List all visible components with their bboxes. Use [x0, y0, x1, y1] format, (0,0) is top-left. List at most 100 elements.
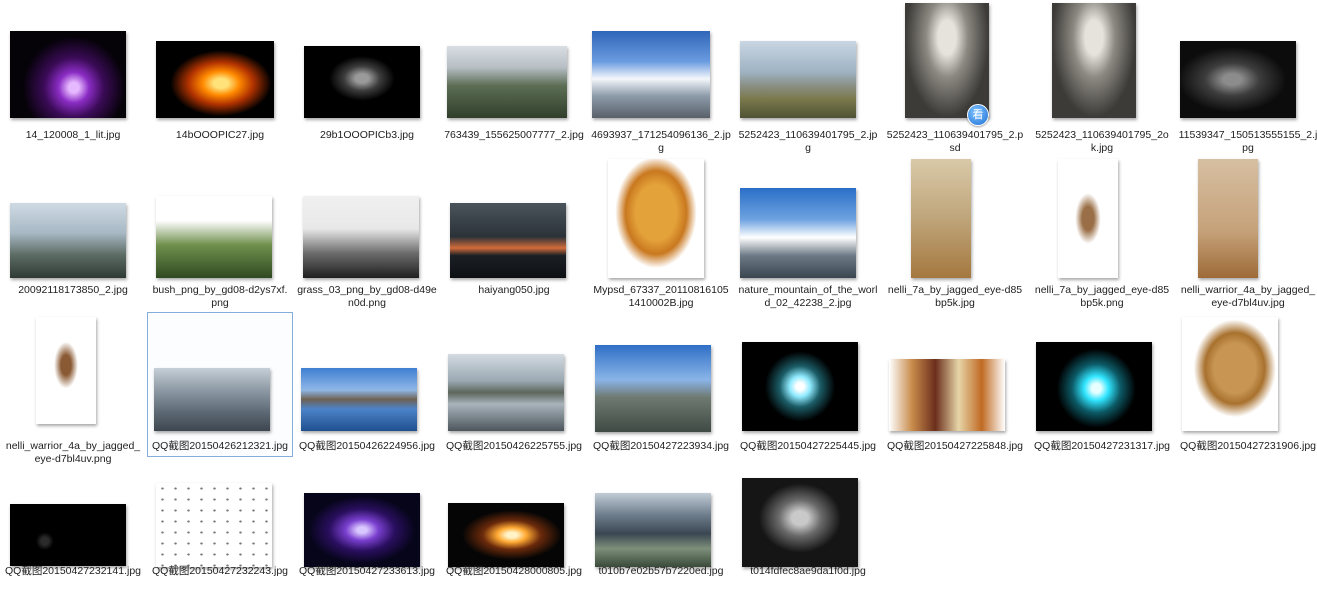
warrior-woman-storm-thumbnail[interactable]: [1052, 3, 1136, 118]
nelli-warrior-room-thumbnail[interactable]: [1198, 159, 1258, 278]
file-name-label: 5252423_110639401795_2.jpg: [738, 129, 878, 154]
file-tile[interactable]: QQ截图20150427231906.jpg: [1175, 312, 1317, 457]
file-name-label: 20092118173850_2.jpg: [18, 284, 128, 296]
dark-sea-sunset-thumbnail[interactable]: [450, 203, 566, 278]
file-name-label: haiyang050.jpg: [478, 284, 550, 296]
cloudy-sky-thumbnail[interactable]: [154, 368, 270, 431]
file-tile[interactable]: bush_png_by_gd08-d2ys7xf.png: [147, 158, 293, 313]
file-name-label: nelli_warrior_4a_by_jagged_eye-d7bl4uv.p…: [5, 440, 141, 465]
file-tile[interactable]: QQ截图20150427223934.jpg: [588, 312, 734, 457]
file-name-label: QQ截图20150427232243.jpg: [151, 565, 289, 577]
four-leaves-thumbnail[interactable]: [889, 359, 1005, 431]
warrior-woman-storm-thumbnail[interactable]: [905, 3, 989, 118]
snow-mountain-thumbnail[interactable]: [740, 188, 856, 278]
file-tile[interactable]: QQ截图20150427225445.jpg: [735, 312, 881, 457]
file-name-label: QQ截图20150428000805.jpg: [445, 565, 583, 577]
file-name-label: t010b7e02b57b7220ed.jpg: [598, 565, 724, 577]
file-name-label: Mypsd_67337_201108161051410002B.jpg: [593, 284, 729, 309]
file-tile[interactable]: QQ截图20150427232243.jpg: [147, 468, 293, 582]
file-name-label: 14_120008_1_lit.jpg: [25, 129, 121, 141]
file-tile[interactable]: 11539347_150513555155_2.jpg: [1175, 0, 1317, 158]
file-grid: 14_120008_1_lit.jpg 14bOOOPIC27.jpg 29b1OO…: [0, 0, 1317, 600]
snowy-alp-peak-thumbnail[interactable]: [592, 31, 710, 118]
file-name-label: QQ截图20150427233613.jpg: [298, 565, 436, 577]
file-tile[interactable]: nelli_warrior_4a_by_jagged_eye-d7bl4uv.j…: [1175, 158, 1317, 313]
view-badge-icon: 看: [967, 104, 989, 126]
mountain-lake-thumbnail[interactable]: [301, 368, 417, 431]
nelli-warrior-cutout-thumbnail[interactable]: [36, 317, 96, 424]
file-name-label: QQ截图20150426212321.jpg: [151, 440, 289, 452]
grass-silhouette-thumbnail[interactable]: [303, 196, 419, 278]
file-name-label: QQ截图20150427232141.jpg: [4, 565, 142, 577]
file-name-label: QQ截图20150426225755.jpg: [445, 440, 583, 452]
dark-particles-thumbnail[interactable]: [10, 504, 126, 566]
file-name-label: QQ截图20150427231906.jpg: [1179, 440, 1317, 452]
file-tile[interactable]: t014fdfec8ae9da1f0d.jpg: [735, 468, 881, 594]
file-tile[interactable]: Mypsd_67337_201108161051410002B.jpg: [588, 158, 734, 313]
file-tile[interactable]: 看 5252423_110639401795_2.psd: [882, 0, 1028, 158]
glowing-ring-thumbnail[interactable]: [742, 342, 858, 431]
file-tile[interactable]: 5252423_110639401795_2ok.jpg: [1029, 0, 1175, 158]
purple-nebula-thumbnail[interactable]: [304, 493, 420, 567]
file-tile[interactable]: QQ截图20150427233613.jpg: [294, 468, 440, 582]
file-name-label: QQ截图20150426224956.jpg: [298, 440, 436, 452]
file-name-label: nelli_warrior_4a_by_jagged_eye-d7bl4uv.j…: [1180, 284, 1316, 309]
karst-mountains-thumbnail[interactable]: [447, 46, 567, 118]
fire-bird-on-black-thumbnail[interactable]: [156, 41, 274, 118]
smoke-puff-on-black-thumbnail[interactable]: [304, 46, 420, 118]
file-tile[interactable]: nelli_warrior_4a_by_jagged_eye-d7bl4uv.p…: [0, 312, 146, 469]
file-tile[interactable]: 4693937_171254096136_2.jpg: [588, 0, 734, 158]
file-name-label: 11539347_150513555155_2.jpg: [1178, 129, 1317, 154]
sparks-thumbnail[interactable]: [448, 503, 564, 567]
file-name-label: bush_png_by_gd08-d2ys7xf.png: [152, 284, 288, 309]
file-tile[interactable]: 763439_155625007777_2.jpg: [441, 0, 587, 158]
file-name-label: nelli_7a_by_jagged_eye-d85bp5k.jpg: [887, 284, 1023, 309]
file-name-label: nelli_7a_by_jagged_eye-d85bp5k.png: [1034, 284, 1170, 309]
file-tile[interactable]: t010b7e02b57b7220ed.jpg: [588, 468, 734, 594]
file-tile[interactable]: QQ截图20150427232141.jpg: [0, 468, 146, 582]
file-name-label: QQ截图20150427223934.jpg: [592, 440, 730, 452]
file-name-label: 14bOOOPIC27.jpg: [175, 129, 265, 141]
green-bush-thumbnail[interactable]: [156, 196, 272, 278]
file-tile[interactable]: nelli_7a_by_jagged_eye-d85bp5k.jpg: [882, 158, 1028, 313]
domed-cathedral-thumbnail[interactable]: [595, 345, 711, 432]
file-tile[interactable]: grass_03_png_by_gd08-d49en0d.png: [294, 158, 440, 313]
file-name-label: 5252423_110639401795_2.psd: [886, 129, 1024, 154]
misty-peaks-thumbnail[interactable]: [10, 203, 126, 278]
maple-leaf-thumbnail[interactable]: [608, 159, 704, 278]
nelli-cutout-thumbnail[interactable]: [1058, 159, 1118, 278]
file-tile[interactable]: 20092118173850_2.jpg: [0, 158, 146, 301]
storm-cloud-thumbnail[interactable]: [595, 493, 711, 567]
file-tile[interactable]: 14bOOOPIC27.jpg: [147, 0, 293, 146]
file-tile[interactable]: QQ截图20150426225755.jpg: [441, 312, 587, 457]
file-name-label: 4693937_171254096136_2.jpg: [591, 129, 731, 154]
file-tile[interactable]: QQ截图20150428000805.jpg: [441, 468, 587, 582]
file-tile[interactable]: 5252423_110639401795_2.jpg: [735, 0, 881, 158]
file-tile[interactable]: QQ截图20150426224956.jpg: [294, 312, 440, 457]
scattered-dots-thumbnail[interactable]: [156, 483, 272, 567]
nelli-room-thumbnail[interactable]: [911, 159, 971, 278]
dry-leaf-thumbnail[interactable]: [1182, 317, 1278, 431]
file-tile[interactable]: nelli_7a_by_jagged_eye-d85bp5k.png: [1029, 158, 1175, 313]
file-name-label: t014fdfec8ae9da1f0d.jpg: [750, 565, 866, 577]
smoke-wisps-dark-thumbnail[interactable]: [1180, 41, 1296, 118]
purple-orb-logo-thumbnail[interactable]: [10, 31, 126, 118]
file-tile[interactable]: QQ截图20150427225848.jpg: [882, 312, 1028, 457]
file-name-label: 763439_155625007777_2.jpg: [444, 129, 584, 141]
file-tile[interactable]: 14_120008_1_lit.jpg: [0, 0, 146, 146]
smoke-cloud-thumbnail[interactable]: [742, 478, 858, 567]
lake-reflection-thumbnail[interactable]: [448, 354, 564, 431]
cyan-plasma-ball-thumbnail[interactable]: [1036, 342, 1152, 431]
file-name-label: QQ截图20150427225445.jpg: [739, 440, 877, 452]
file-tile[interactable]: QQ截图20150426212321.jpg: [147, 312, 293, 457]
file-tile[interactable]: haiyang050.jpg: [441, 158, 587, 301]
file-name-label: grass_03_png_by_gd08-d49en0d.png: [297, 284, 437, 309]
coastal-grassland-thumbnail[interactable]: [740, 41, 856, 118]
file-name-label: 5252423_110639401795_2ok.jpg: [1035, 129, 1169, 154]
file-name-label: QQ截图20150427231317.jpg: [1033, 440, 1171, 452]
file-tile[interactable]: nature_mountain_of_the_world_02_42238_2.…: [735, 158, 881, 313]
file-tile[interactable]: QQ截图20150427231317.jpg: [1029, 312, 1175, 457]
file-name-label: nature_mountain_of_the_world_02_42238_2.…: [738, 284, 878, 309]
file-name-label: 29b1OOOPICb3.jpg: [320, 129, 414, 141]
file-tile[interactable]: 29b1OOOPICb3.jpg: [294, 0, 440, 146]
